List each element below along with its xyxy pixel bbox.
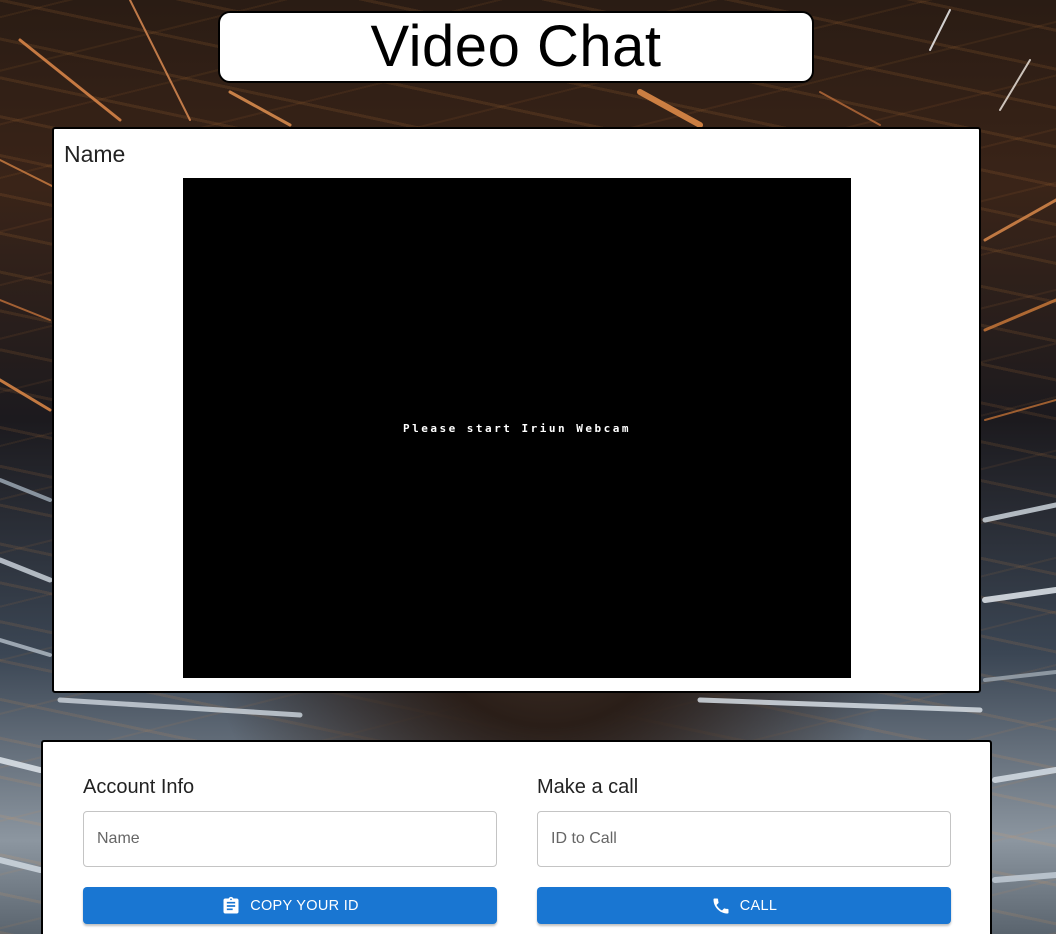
app-title: Video Chat bbox=[370, 14, 662, 79]
app-title-box: Video Chat bbox=[218, 11, 814, 83]
id-to-call-field[interactable] bbox=[537, 811, 951, 867]
controls-card: Account Info COPY YOUR ID Make a call CA… bbox=[41, 740, 992, 934]
video-placeholder-message: Please start Iriun Webcam bbox=[402, 421, 632, 435]
video-card: Name Please start Iriun Webcam bbox=[52, 127, 981, 693]
id-to-call-input[interactable] bbox=[538, 812, 950, 866]
name-field[interactable] bbox=[83, 811, 497, 867]
copy-id-button[interactable]: COPY YOUR ID bbox=[83, 887, 497, 924]
name-input[interactable] bbox=[84, 812, 496, 866]
copy-id-button-label: COPY YOUR ID bbox=[250, 897, 359, 914]
clipboard-icon bbox=[221, 896, 241, 916]
call-button-label: CALL bbox=[739, 897, 778, 914]
account-info-heading: Account Info bbox=[83, 776, 195, 798]
make-call-heading: Make a call bbox=[537, 776, 639, 798]
video-name-label: Name bbox=[64, 141, 126, 167]
phone-icon bbox=[711, 896, 731, 916]
video-player[interactable]: Please start Iriun Webcam bbox=[183, 178, 851, 678]
call-button[interactable]: CALL bbox=[537, 887, 951, 924]
